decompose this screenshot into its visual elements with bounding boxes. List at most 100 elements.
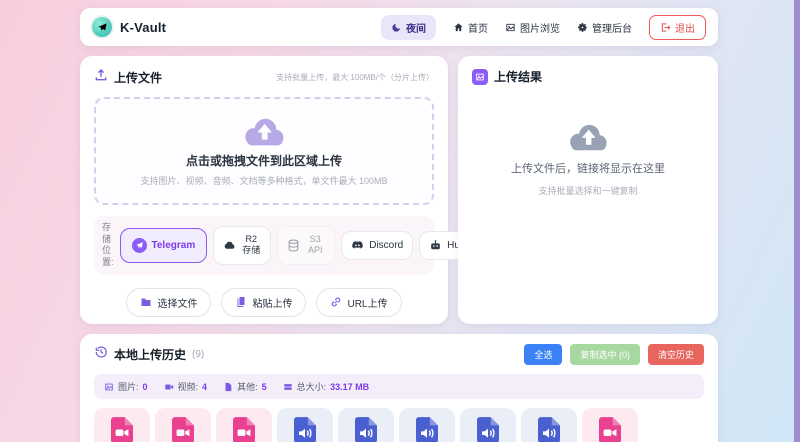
nav-label: 首页	[468, 23, 488, 35]
storage-option-label: Telegram	[151, 239, 196, 251]
folder-icon	[140, 296, 152, 308]
nav-label: 管理后台	[592, 23, 632, 35]
choose-file-button[interactable]: 选择文件	[126, 287, 212, 317]
logout-button[interactable]: 退出	[649, 14, 706, 40]
stat-others: 其他: 5	[223, 380, 267, 393]
stat-value: 33.17 MB	[330, 381, 370, 392]
action-label: 选择文件	[157, 298, 198, 310]
storage-option-label: Discord	[369, 239, 404, 251]
storage-option-s3[interactable]: S3 API	[277, 226, 336, 265]
moon-icon	[391, 22, 402, 33]
storage-option-r2[interactable]: R2 存储	[213, 226, 272, 265]
image-icon	[104, 382, 114, 392]
result-empty-title: 上传文件后，链接将显示在这里	[511, 163, 665, 175]
history-count-badge: (9)	[192, 349, 205, 360]
file-card-mp3[interactable]: MP3	[460, 408, 516, 442]
audio-file-icon	[294, 417, 316, 442]
stat-label: 总大小:	[296, 382, 327, 392]
result-image-icon	[472, 68, 488, 85]
history-header: 本地上传历史 (9) 全选 复制选中 (0) 清空历史	[94, 344, 704, 365]
file-icon	[223, 382, 233, 392]
storage-icon	[283, 382, 293, 392]
history-panel: 本地上传历史 (9) 全选 复制选中 (0) 清空历史 图片: 0 视频: 4	[80, 334, 718, 442]
upload-panel: 上传文件 支持批量上传，最大 100MB/个（分片上传） 点击或拖拽文件到此区域…	[80, 56, 517, 324]
stat-images: 图片: 0	[104, 380, 148, 393]
file-card-mp3[interactable]: MP3	[277, 408, 333, 442]
file-card-mp3[interactable]: MP3	[338, 408, 394, 442]
url-upload-button[interactable]: URL上传	[316, 287, 402, 317]
file-card-mp4[interactable]: MP4	[155, 408, 211, 442]
history-icon	[94, 345, 108, 364]
app-viewport: K-Vault 夜间 首页 图片浏览 管理后台 退出 上传文件 支持批量上传，最…	[0, 0, 800, 442]
video-file-icon	[233, 417, 255, 442]
file-dropzone[interactable]: 点击或拖拽文件到此区域上传 支持图片、视频、音频、文档等多种格式，单文件最大 1…	[94, 97, 434, 205]
dropzone-subtitle: 支持图片、视频、音频、文档等多种格式，单文件最大 100MB	[140, 176, 388, 186]
storage-option-discord[interactable]: Discord	[341, 230, 414, 260]
cloud-upload-icon	[566, 121, 610, 152]
home-icon	[453, 22, 464, 33]
upload-limit-hint: 支持批量上传，最大 100MB/个（分片上传）	[276, 73, 434, 82]
storage-option-label: S3 API	[307, 234, 323, 256]
video-icon	[164, 382, 174, 392]
top-bar: K-Vault 夜间 首页 图片浏览 管理后台 退出	[80, 8, 718, 46]
stat-videos: 视频: 4	[164, 380, 207, 393]
nav-night-mode[interactable]: 夜间	[381, 14, 436, 40]
storage-selector: 存储位置: Telegram R2 存储 S3 API Discord	[94, 216, 517, 275]
history-actions: 全选 复制选中 (0) 清空历史	[524, 344, 704, 365]
stat-value: 0	[142, 381, 148, 392]
paste-upload-button[interactable]: 粘贴上传	[221, 287, 307, 317]
main-row: 上传文件 支持批量上传，最大 100MB/个（分片上传） 点击或拖拽文件到此区域…	[80, 56, 718, 324]
history-file-grid: MP4MP4MP4MP3MP3MP3MP3MP3MP4	[94, 408, 704, 442]
stat-total-size: 总大小: 33.17 MB	[283, 380, 370, 393]
robot-icon	[429, 239, 442, 252]
brand: K-Vault	[92, 17, 166, 37]
file-card-mp4[interactable]: MP4	[216, 408, 272, 442]
file-card-mp3[interactable]: MP3	[521, 408, 577, 442]
cloud-icon	[223, 239, 236, 252]
file-card-mp3[interactable]: MP3	[399, 408, 455, 442]
link-icon	[330, 296, 342, 308]
stat-label: 视频:	[177, 382, 199, 392]
action-label: 粘贴上传	[252, 298, 293, 310]
upload-actions: 选择文件 粘贴上传 URL上传	[94, 287, 434, 317]
video-file-icon	[111, 417, 133, 442]
discord-icon	[351, 239, 364, 252]
main-nav: 夜间 首页 图片浏览 管理后台 退出	[381, 14, 706, 40]
nav-image-browse[interactable]: 图片浏览	[505, 20, 560, 35]
upload-panel-title: 上传文件	[114, 71, 163, 85]
action-label: URL上传	[347, 298, 388, 310]
telegram-icon	[131, 237, 147, 253]
result-empty-state: 上传文件后，链接将显示在这里 支持批量选择和一键复制	[472, 121, 704, 197]
nav-home[interactable]: 首页	[453, 20, 488, 35]
app-title: K-Vault	[120, 19, 167, 35]
nav-admin[interactable]: 管理后台	[577, 20, 632, 35]
clear-history-button[interactable]: 清空历史	[647, 344, 704, 365]
app-logo-icon	[92, 17, 112, 37]
file-card-mp4[interactable]: MP4	[94, 408, 150, 442]
cloud-upload-icon	[241, 115, 287, 147]
dropzone-title: 点击或拖拽文件到此区域上传	[185, 154, 342, 168]
result-panel: 上传结果 上传文件后，链接将显示在这里 支持批量选择和一键复制	[458, 56, 718, 324]
scrollbar[interactable]	[794, 0, 800, 442]
nav-label: 夜间	[406, 23, 426, 35]
history-title: 本地上传历史	[114, 348, 187, 362]
gear-icon	[577, 22, 588, 33]
audio-file-icon	[355, 417, 377, 442]
storage-option-telegram[interactable]: Telegram	[119, 227, 208, 263]
audio-file-icon	[538, 417, 560, 442]
result-empty-subtitle: 支持批量选择和一键复制	[538, 186, 638, 196]
copy-selected-button[interactable]: 复制选中 (0)	[570, 344, 640, 365]
video-file-icon	[599, 417, 621, 442]
nav-label: 退出	[675, 23, 695, 35]
storage-option-label: R2 存储	[242, 234, 261, 256]
file-card-mp4[interactable]: MP4	[582, 408, 638, 442]
upload-panel-header: 上传文件 支持批量上传，最大 100MB/个（分片上传）	[94, 68, 434, 87]
clipboard-icon	[235, 296, 247, 308]
result-panel-header: 上传结果	[472, 68, 704, 85]
audio-file-icon	[416, 417, 438, 442]
select-all-button[interactable]: 全选	[524, 344, 563, 365]
stat-label: 其他:	[237, 382, 258, 392]
logout-icon	[660, 22, 671, 33]
history-stats-bar: 图片: 0 视频: 4 其他: 5 总大小: 33.17 MB	[94, 374, 704, 399]
page-content: K-Vault 夜间 首页 图片浏览 管理后台 退出 上传文件 支持批量上传，最…	[80, 8, 718, 442]
